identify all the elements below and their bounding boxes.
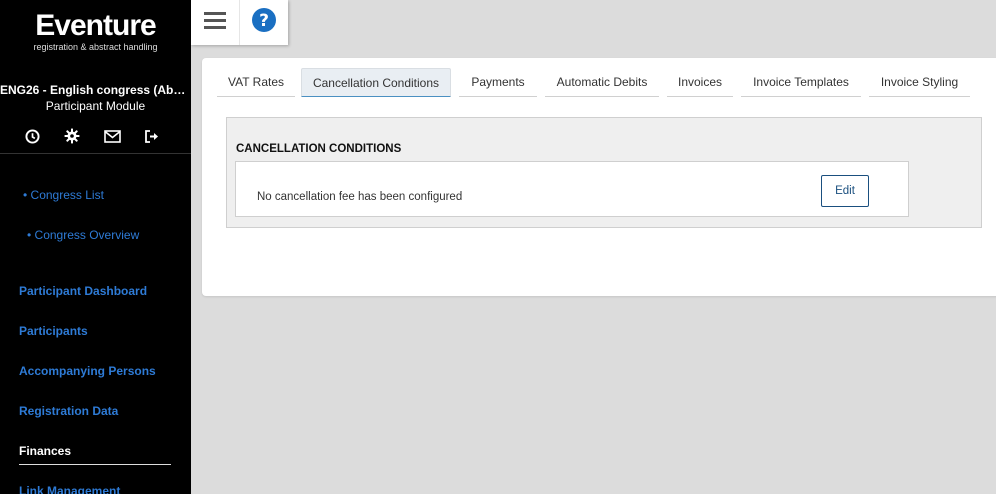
logo[interactable]: Eventure registration & abstract handlin… xyxy=(0,9,191,53)
tab-invoices[interactable]: Invoices xyxy=(667,68,733,97)
sidebar-divider xyxy=(0,153,191,154)
help-button[interactable]: ? xyxy=(240,0,288,45)
panel-title: CANCELLATION CONDITIONS xyxy=(236,143,402,155)
nav-accompanying-persons[interactable]: Accompanying Persons xyxy=(19,364,156,378)
sidebar: Eventure registration & abstract handlin… xyxy=(0,0,191,494)
menu-button[interactable] xyxy=(191,0,239,45)
nav-congress-list[interactable]: • Congress List xyxy=(23,188,104,202)
no-fee-message: No cancellation fee has been configured xyxy=(257,191,463,203)
tab-vat-rates[interactable]: VAT Rates xyxy=(217,68,295,97)
main-card: VAT Rates Cancellation Conditions Paymen… xyxy=(202,58,996,296)
menu-icon xyxy=(204,11,226,34)
gear-icon[interactable] xyxy=(62,127,82,145)
clock-icon[interactable] xyxy=(22,127,42,145)
logo-title: Eventure xyxy=(35,9,156,42)
nav-registration-data[interactable]: Registration Data xyxy=(19,404,118,418)
nav-finances[interactable]: Finances xyxy=(19,444,71,458)
cancellation-conditions-panel: CANCELLATION CONDITIONS No cancellation … xyxy=(226,117,982,228)
logo-subtitle: registration & abstract handling xyxy=(33,42,158,52)
congress-title: ENG26 - English congress (Abstrac... xyxy=(0,83,191,97)
tab-invoice-styling[interactable]: Invoice Styling xyxy=(869,68,970,97)
top-toolbar: ? xyxy=(191,0,288,45)
nav-congress-overview[interactable]: • Congress Overview xyxy=(27,228,139,242)
sidebar-icon-bar xyxy=(22,127,162,145)
help-icon: ? xyxy=(252,8,276,37)
cancellation-fee-box: No cancellation fee has been configured … xyxy=(235,161,909,217)
tab-cancellation-conditions[interactable]: Cancellation Conditions xyxy=(301,68,451,97)
congress-module: Participant Module xyxy=(45,99,146,113)
logout-icon[interactable] xyxy=(142,127,162,145)
edit-button[interactable]: Edit xyxy=(821,175,869,207)
active-nav-underline xyxy=(19,464,171,465)
nav-participant-dashboard[interactable]: Participant Dashboard xyxy=(19,284,147,298)
svg-text:?: ? xyxy=(259,11,269,31)
tab-invoice-templates[interactable]: Invoice Templates xyxy=(741,68,861,97)
nav-link-management[interactable]: Link Management xyxy=(19,484,120,494)
mail-icon[interactable] xyxy=(102,127,122,145)
congress-info: ENG26 - English congress (Abstrac... Par… xyxy=(0,82,191,114)
nav-participants[interactable]: Participants xyxy=(19,324,88,338)
tab-automatic-debits[interactable]: Automatic Debits xyxy=(545,68,659,97)
tab-payments[interactable]: Payments xyxy=(459,68,537,97)
